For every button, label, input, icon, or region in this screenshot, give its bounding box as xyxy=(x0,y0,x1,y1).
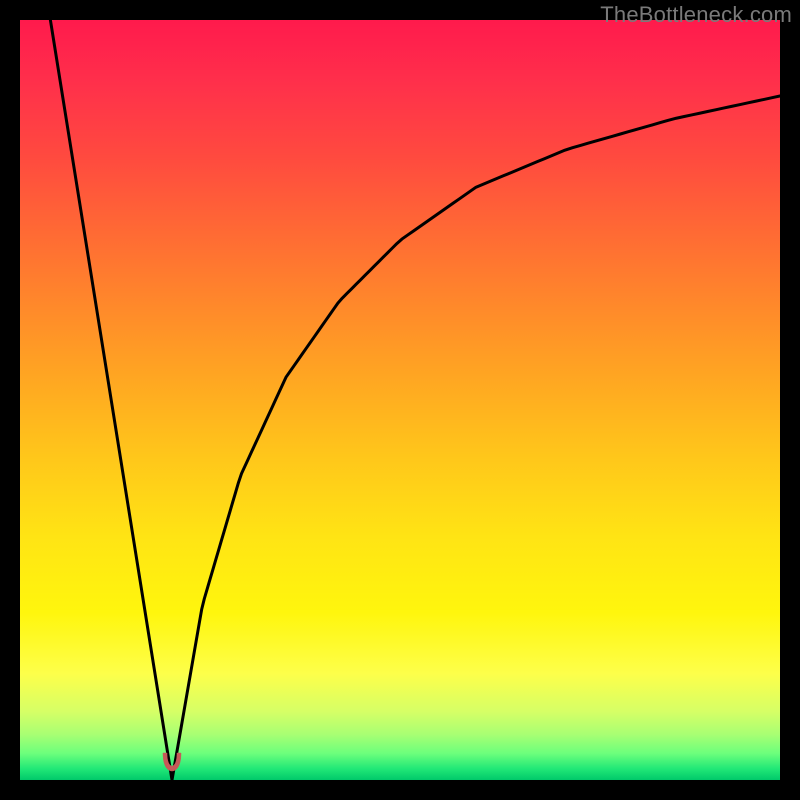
chart-frame: TheBottleneck.com xyxy=(0,0,800,800)
watermark-text: TheBottleneck.com xyxy=(600,2,792,28)
curve-line xyxy=(50,20,780,780)
bottleneck-curve xyxy=(20,20,780,780)
plot-area xyxy=(20,20,780,780)
